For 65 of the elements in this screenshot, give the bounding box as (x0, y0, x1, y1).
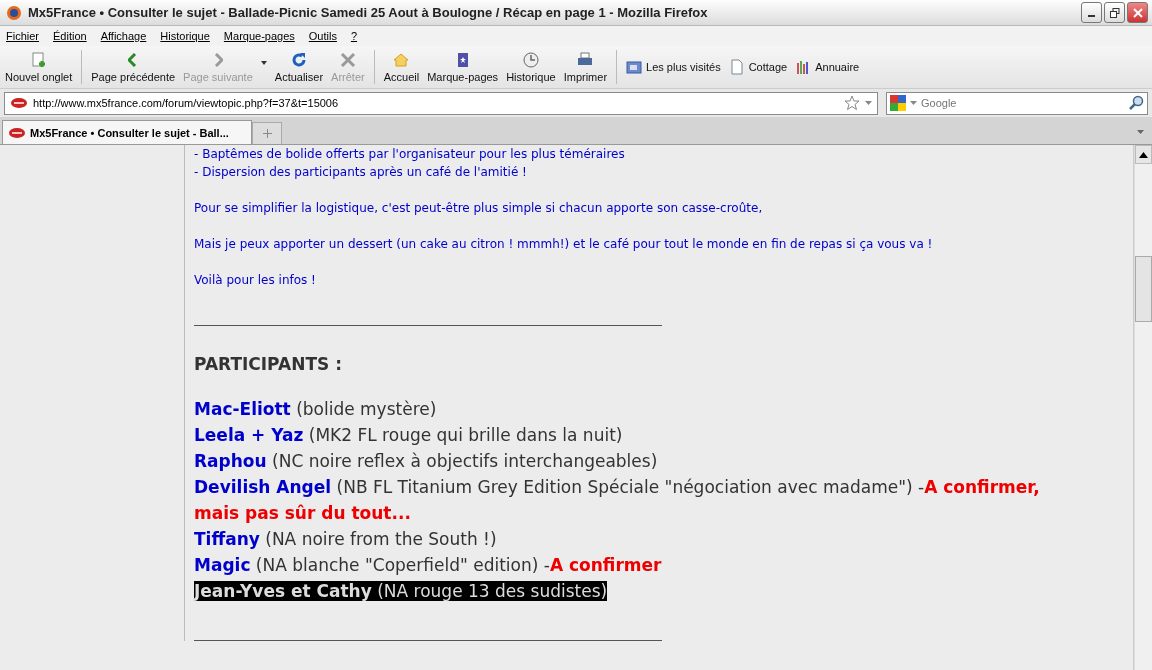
participant-entry: Mac-Eliott (bolide mystère) (194, 399, 437, 419)
print-button[interactable]: Imprimer (560, 49, 611, 85)
minimize-button[interactable] (1081, 2, 1102, 23)
participant-entry: Devilish Angel (NB FL Titanium Grey Edition Spéciale "négociation avec madame") -A confirmer, mais pas sûr du tout... (194, 477, 1040, 523)
participant-entry: Raphou (NC noire reflex à objectifs interchangeables) (194, 451, 658, 471)
menu-item[interactable]: ? (350, 30, 358, 42)
dropdown-icon[interactable] (910, 101, 917, 105)
scrollbar[interactable] (1134, 145, 1152, 670)
bookmark-item[interactable]: Les plus visités (623, 57, 724, 77)
back-button[interactable]: Page précédente (88, 49, 179, 85)
address-field[interactable]: http://www.mx5france.com/forum/viewtopic.php?f=37&t=15006 (4, 91, 878, 115)
new-tab-button[interactable] (252, 122, 282, 144)
section-heading: PARTICIPANTS : (194, 354, 343, 374)
participant-entry: Tiffany (NA noire from the South !) (194, 529, 497, 549)
participant-entry: Leela + Yaz (MK2 FL rouge qui brille dans la nuit) (194, 425, 623, 445)
post-text: Mais je peux apporter un dessert (un cake au citron ! mmmh!) et le café pour tout le monde en fin de repas si ça vous va ! (194, 236, 934, 253)
folder-icon (626, 59, 643, 75)
restore-button[interactable] (1104, 2, 1125, 23)
search-field[interactable]: Google (886, 91, 1148, 115)
participant-entry: Magic (NA blanche "Coperfield" edition) -A confirmer (194, 555, 662, 575)
menu-item[interactable]: Édition (53, 30, 87, 42)
post-text: Pour se simplifier la logistique, c'est peut-être plus simple si chacun apporte son casse-croûte, (194, 200, 764, 217)
post-text: - Dispersion des participants après un café de l'amitié ! (194, 164, 528, 181)
restore-icon (1109, 7, 1120, 18)
bookmark-item[interactable]: Annuaire (792, 57, 863, 77)
home-button[interactable]: Accueil (380, 49, 423, 85)
menu-item[interactable]: Fichier (6, 30, 39, 42)
scroll-up-icon[interactable] (1139, 151, 1148, 158)
history-button[interactable]: Historique (503, 49, 559, 85)
minimize-icon (1088, 14, 1095, 17)
browser-tab[interactable]: Mx5France • Consulter le sujet - Ball... (2, 120, 252, 144)
scroll-thumb[interactable] (1135, 256, 1152, 322)
post-text: - Baptêmes de bolide offerts par l'organisateur pour les plus téméraires (194, 146, 626, 163)
address-text[interactable]: http://www.mx5france.com/forum/viewtopic.php?f=37&t=15006 (33, 97, 839, 109)
participant-entry: Jean-Yves et Cathy (NA rouge 13 des sudistes) (194, 581, 608, 601)
page-icon (728, 59, 745, 75)
window-title: Mx5France • Consulter le sujet - Ballade-Picnic Samedi 25 Aout à Boulogne / Récap en page 1 - Mozilla Firefox (28, 5, 709, 20)
search-input[interactable]: Google (921, 97, 1124, 109)
plus-icon (262, 129, 272, 138)
tab-list-icon[interactable] (1137, 130, 1144, 134)
caret-icon[interactable] (260, 61, 267, 65)
post-text: Voilà pour les infos ! (194, 272, 317, 289)
menu-item[interactable]: Historique (160, 30, 210, 42)
home-icon (392, 51, 411, 69)
menu-item[interactable]: Affichage (100, 30, 147, 42)
reload-button[interactable]: Actualiser (271, 49, 327, 85)
dropdown-icon[interactable] (865, 101, 872, 105)
star-icon[interactable] (844, 95, 860, 111)
site-logo-icon (8, 126, 26, 139)
menu-item[interactable]: Outils (308, 30, 337, 42)
bookmarks-button[interactable]: Marque-pages (424, 49, 502, 85)
google-logo-icon[interactable] (890, 95, 906, 111)
forward-icon (212, 53, 223, 67)
close-icon (1132, 7, 1143, 18)
back-icon (128, 53, 139, 67)
bookmark-item[interactable]: Cottage (725, 57, 791, 77)
history-icon (521, 51, 540, 69)
site-logo-icon (10, 97, 28, 109)
newtab-icon (29, 51, 48, 69)
menu-item[interactable]: Marque-pages (223, 30, 295, 42)
close-button[interactable] (1127, 2, 1148, 23)
newtab-button[interactable]: Nouvel onglet (2, 49, 76, 85)
search-icon[interactable] (1128, 95, 1144, 111)
stop-icon (338, 51, 357, 69)
firefox-logo-icon (6, 4, 22, 21)
